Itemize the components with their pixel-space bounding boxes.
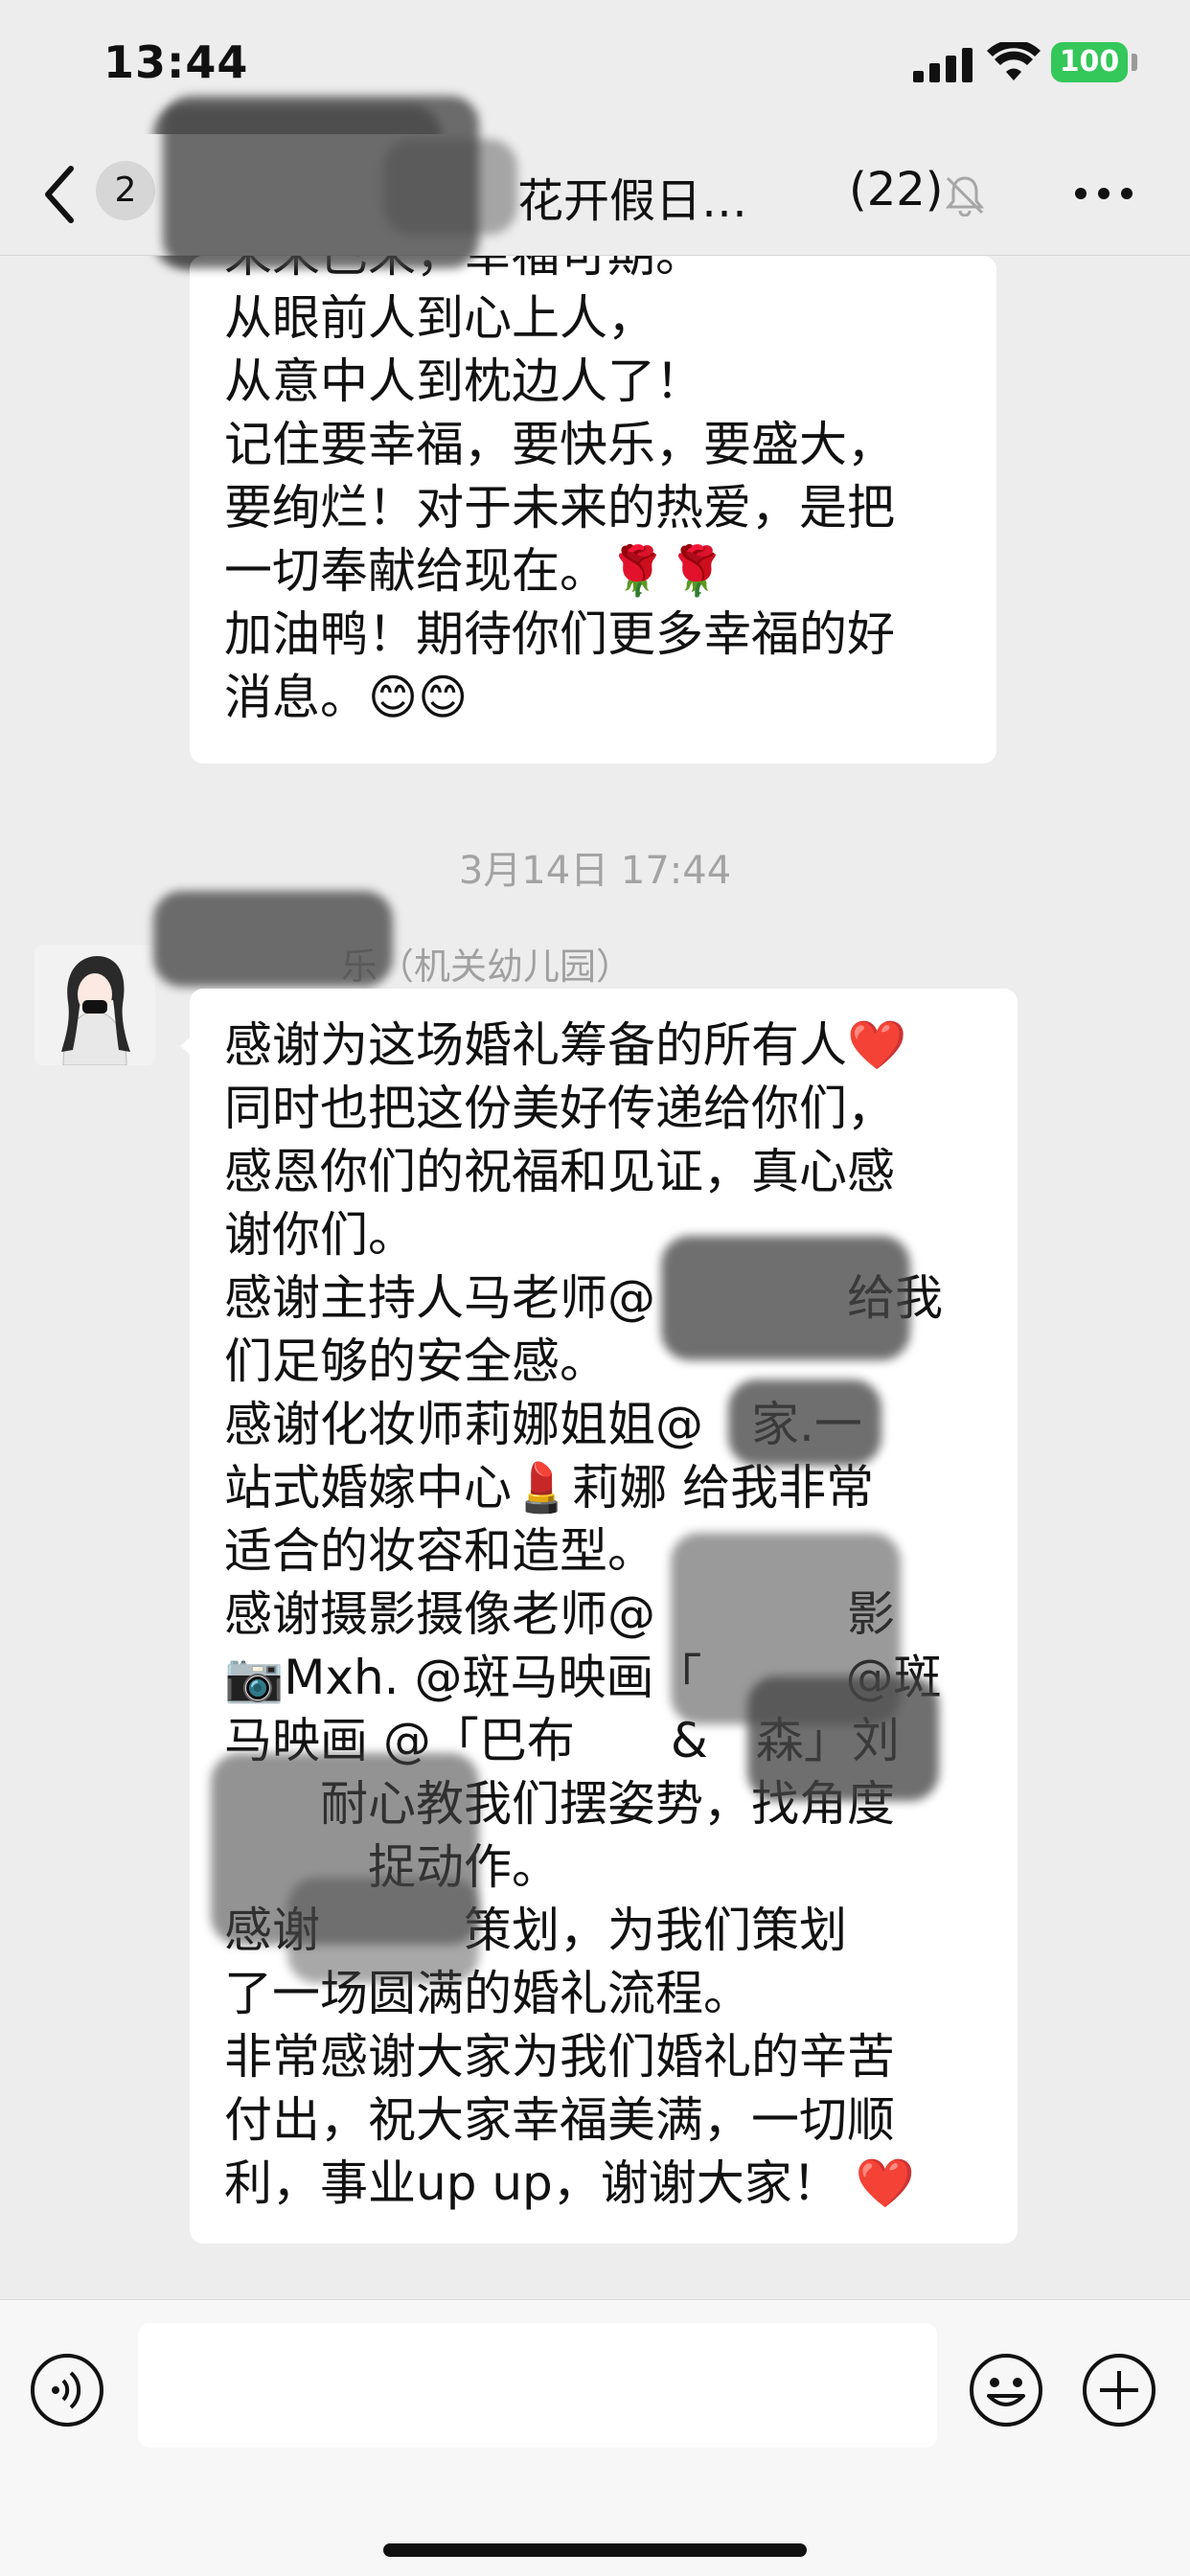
battery-tip bbox=[1132, 54, 1137, 71]
redaction-scribble bbox=[728, 1379, 881, 1466]
plus-icon[interactable] bbox=[1081, 2352, 1157, 2428]
voice-icon[interactable] bbox=[29, 2352, 105, 2428]
mute-icon bbox=[945, 176, 985, 217]
emoji-icon[interactable] bbox=[968, 2352, 1044, 2428]
redaction-scribble bbox=[153, 891, 393, 987]
avatar-image bbox=[34, 945, 155, 1065]
more-icon[interactable] bbox=[1073, 184, 1134, 203]
back-icon[interactable] bbox=[40, 163, 79, 226]
chat-title-text[interactable]: 花开假日… bbox=[517, 163, 747, 230]
nav-content-layer: 2 花开假日… (22) bbox=[0, 96, 1190, 268]
message-input[interactable] bbox=[138, 2323, 937, 2448]
home-indicator bbox=[383, 2543, 807, 2557]
message-bubble[interactable]: 未来已来，幸福可期。 从眼前人到心上人， 从意中人到枕边人了！ 记住要幸福，要快… bbox=[190, 227, 996, 764]
redaction-scribble bbox=[747, 1676, 939, 1801]
battery-indicator: 100 bbox=[1051, 42, 1128, 82]
wifi-icon bbox=[987, 42, 1041, 80]
cellular-signal-icon bbox=[913, 48, 973, 82]
message-timestamp: 3月14日 17:44 bbox=[458, 849, 732, 893]
avatar[interactable] bbox=[34, 945, 155, 1065]
redaction-scribble bbox=[287, 1878, 479, 1983]
message-text: 未来已来，幸福可期。 从眼前人到心上人， 从意中人到枕边人了！ 记住要幸福，要快… bbox=[224, 227, 895, 725]
member-count: (22) bbox=[849, 163, 944, 217]
redaction-scribble bbox=[383, 139, 517, 235]
redaction-scribble bbox=[661, 1236, 910, 1360]
status-time: 13:44 bbox=[103, 36, 249, 88]
unread-count-badge: 2 bbox=[96, 161, 155, 220]
input-bar bbox=[0, 2299, 1190, 2576]
